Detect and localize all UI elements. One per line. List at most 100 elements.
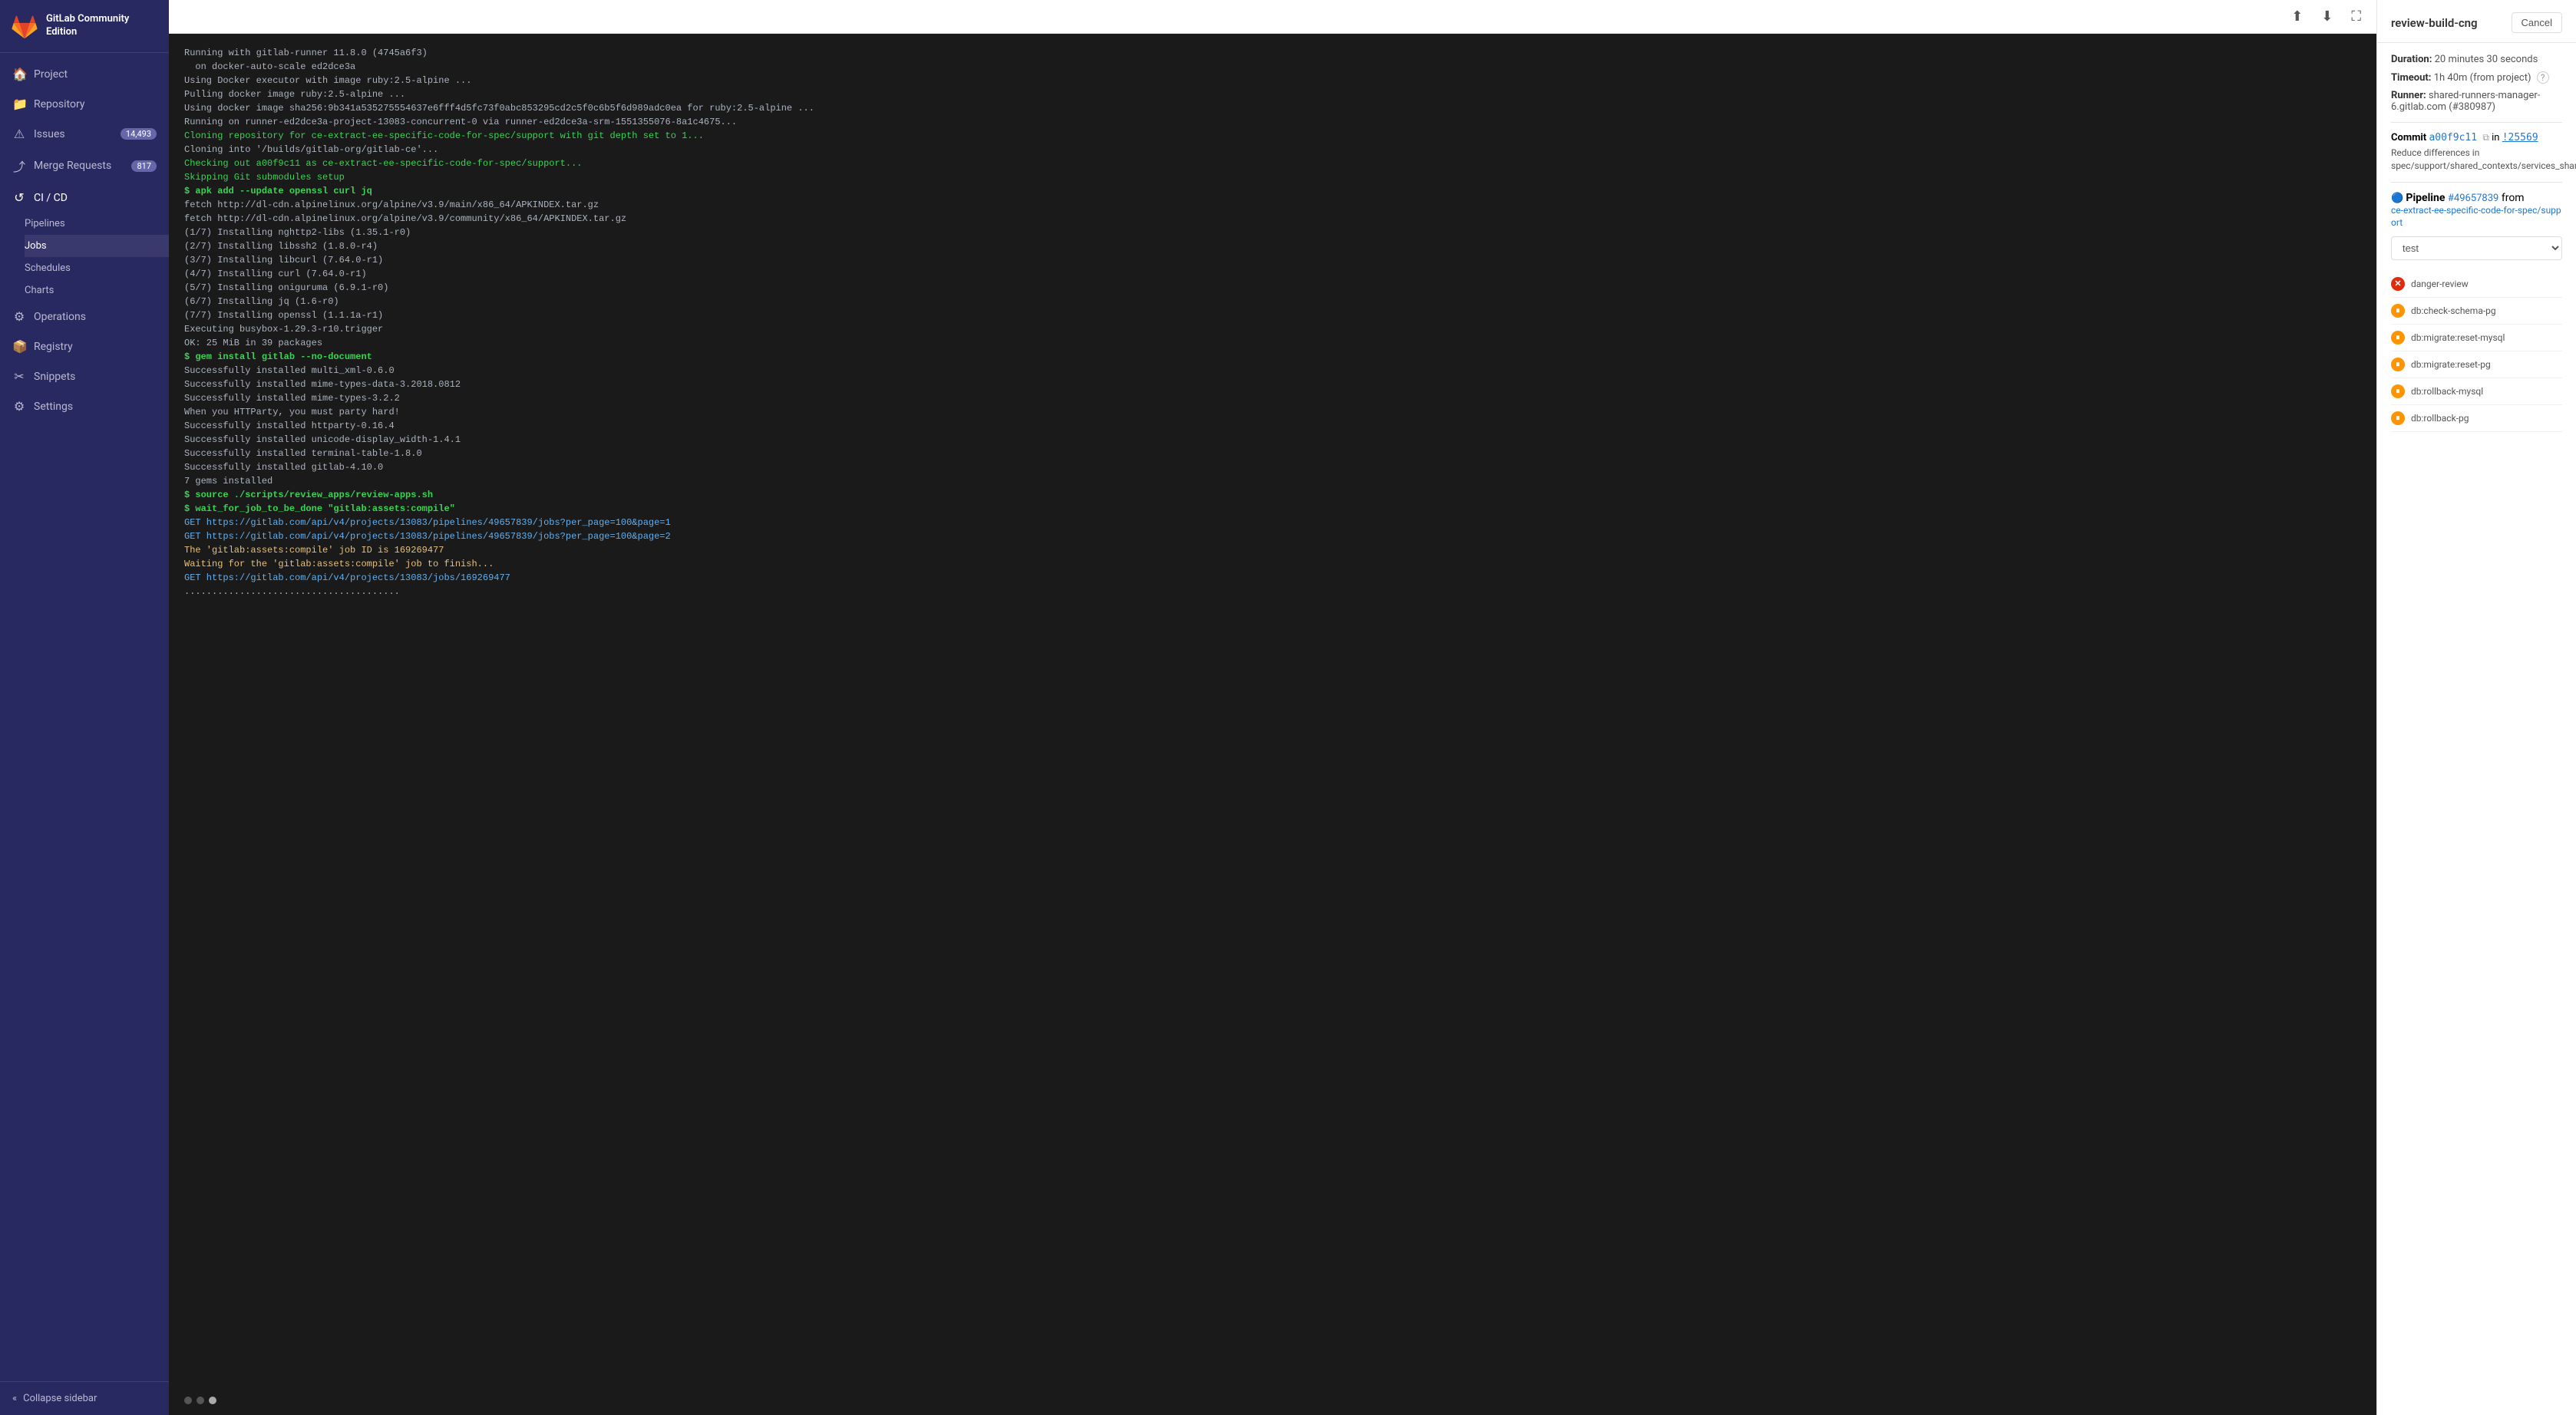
sidebar-item-cicd[interactable]: ↺ CI / CD [0,183,169,213]
terminal-dot[interactable] [184,1397,192,1404]
terminal-line: Skipping Git submodules setup [184,170,2361,184]
pipeline-section: 🔵 Pipeline #49657839 from ce-extract-ee-… [2391,192,2562,229]
terminal-output: Running with gitlab-runner 11.8.0 (4745a… [169,34,2376,1389]
charts-label: Charts [25,285,54,296]
settings-icon: ⚙ [12,399,26,414]
job-status-icon: ✕ [2391,277,2405,291]
collapse-icon: « [12,1393,17,1404]
terminal-dot[interactable] [209,1397,216,1404]
cancel-button[interactable]: Cancel [2512,12,2562,33]
sidebar-item-schedules[interactable]: Schedules [25,257,169,279]
sidebar-item-operations[interactable]: ⚙ Operations [0,302,169,331]
sidebar-item-repository[interactable]: 📁 Repository [0,89,169,119]
terminal-line: Using Docker executor with image ruby:2.… [184,74,2361,87]
fullscreen-button[interactable]: ⛶ [2345,5,2367,28]
job-name: danger-review [2411,279,2469,289]
terminal-dots [169,1389,2376,1415]
timeout-label: Timeout: [2391,72,2431,84]
commit-hash[interactable]: a00f9c11 [2429,132,2477,143]
job-item[interactable]: ⏸db:migrate:reset-pg [2391,351,2562,378]
app-title: GitLab Community Edition [46,13,158,39]
schedules-label: Schedules [25,262,71,274]
sidebar-item-charts[interactable]: Charts [25,279,169,302]
job-item[interactable]: ⏸db:rollback-mysql [2391,378,2562,405]
job-toolbar: ⬆ ⬇ ⛶ [169,0,2376,34]
terminal-line: 7 gems installed [184,474,2361,488]
job-item[interactable]: ⏸ db:migrate:reset-mysql [2391,325,2562,351]
right-panel-body: Duration: 20 minutes 30 seconds Timeout:… [2377,43,2576,443]
sidebar-item-issues[interactable]: ⚠ Issues 14,493 [0,119,169,149]
timeout-help-icon[interactable]: ? [2537,71,2549,84]
job-list: ✕danger-review⏸db:check-schema-pg⏸db:mig… [2391,271,2562,432]
divider-2 [2391,182,2562,183]
pipeline-icon: 🔵 [2391,193,2406,204]
pipeline-branch-link[interactable]: ce-extract-ee-specific-code-for-spec/sup… [2391,205,2561,228]
terminal-line: (1/7) Installing nghttp2-libs (1.35.1-r0… [184,226,2361,239]
job-item[interactable]: ⏸db:rollback-pg [2391,405,2562,432]
terminal-line: Cloning repository for ce-extract-ee-spe… [184,129,2361,143]
terminal-line: OK: 25 MiB in 39 packages [184,336,2361,350]
sidebar-item-label: Issues [34,128,65,140]
jobs-label: Jobs [25,240,47,252]
job-name: db:rollback-mysql [2411,386,2483,397]
registry-icon: 📦 [12,339,26,354]
terminal-line: Successfully installed multi_xml-0.6.0 [184,364,2361,378]
sidebar-item-settings[interactable]: ⚙ Settings [0,391,169,421]
stage-select[interactable]: test [2391,236,2562,260]
job-title: review-build-cng [2391,16,2478,30]
copy-commit-icon[interactable]: ⧉ [2482,132,2489,143]
terminal-line: on docker-auto-scale ed2dce3a [184,60,2361,74]
project-icon: 🏠 [12,67,26,81]
job-item[interactable]: ✕ danger-review [2391,271,2562,298]
job-item[interactable]: ⏸db:check-schema-pg [2391,298,2562,325]
job-status-icon: ⏸ [2391,331,2405,345]
terminal-line: Successfully installed terminal-table-1.… [184,447,2361,460]
sidebar-item-label: Project [34,68,68,81]
pipeline-label: Pipeline [2406,192,2445,204]
pipeline-link[interactable]: #49657839 [2448,193,2498,204]
timeout-value: 1h 40m (from project) [2434,72,2531,84]
issues-badge: 14,493 [121,128,157,140]
scroll-to-bottom-button[interactable]: ⬇ [2315,5,2339,28]
terminal-dot[interactable] [197,1397,204,1404]
terminal-line: Running with gitlab-runner 11.8.0 (4745a… [184,46,2361,60]
sidebar-item-label: CI / CD [34,192,68,204]
job-name: db:rollback-pg [2411,413,2469,424]
divider-1 [2391,122,2562,123]
scroll-to-top-button[interactable]: ⬆ [2285,5,2309,28]
job-status-icon: ⏸ [2391,304,2405,318]
terminal-line: $ apk add --update openssl curl jq [184,184,2361,198]
sidebar-item-label: Registry [34,341,73,353]
commit-mr-link[interactable]: !25569 [2502,132,2538,143]
terminal-line: Checking out a00f9c11 as ce-extract-ee-s… [184,157,2361,170]
merge-requests-badge: 817 [131,160,157,172]
terminal-line: fetch http://dl-cdn.alpinelinux.org/alpi… [184,212,2361,226]
sidebar-item-jobs[interactable]: Jobs [25,235,169,257]
sidebar-item-project[interactable]: 🏠 Project [0,59,169,89]
sidebar-nav: 🏠 Project 📁 Repository ⚠ Issues 14,493 ⤴… [0,53,169,1381]
right-panel-header: review-build-cng Cancel [2377,0,2576,43]
collapse-sidebar-button[interactable]: « Collapse sidebar [0,1381,169,1415]
job-name: db:migrate:reset-mysql [2411,332,2505,343]
terminal-line: (6/7) Installing jq (1.6-r0) [184,295,2361,308]
sidebar-item-registry[interactable]: 📦 Registry [0,331,169,361]
sidebar-item-snippets[interactable]: ✂ Snippets [0,361,169,391]
right-panel: review-build-cng Cancel Duration: 20 min… [2376,0,2576,1415]
sidebar-item-pipelines[interactable]: Pipelines [25,213,169,235]
terminal-line: Successfully installed gitlab-4.10.0 [184,460,2361,474]
issues-icon: ⚠ [12,127,26,141]
sidebar-item-merge-requests[interactable]: ⤴ Merge Requests 817 [0,149,169,183]
terminal-line: Running on runner-ed2dce3a-project-13083… [184,115,2361,129]
terminal-line: fetch http://dl-cdn.alpinelinux.org/alpi… [184,198,2361,212]
pipeline-from-label: from [2502,192,2525,204]
terminal-line: The 'gitlab:assets:compile' job ID is 16… [184,543,2361,557]
sidebar-item-label: Snippets [34,371,75,383]
duration-value: 20 minutes 30 seconds [2435,54,2538,65]
terminal-line: Successfully installed mime-types-3.2.2 [184,391,2361,405]
terminal-line: (5/7) Installing oniguruma (6.9.1-r0) [184,281,2361,295]
terminal-line: Executing busybox-1.29.3-r10.trigger [184,322,2361,336]
terminal-line: $ wait_for_job_to_be_done "gitlab:assets… [184,502,2361,516]
job-name: db:migrate:reset-pg [2411,359,2491,370]
terminal-line: Using docker image sha256:9b341a53527555… [184,101,2361,115]
terminal-line: (2/7) Installing libssh2 (1.8.0-r4) [184,239,2361,253]
